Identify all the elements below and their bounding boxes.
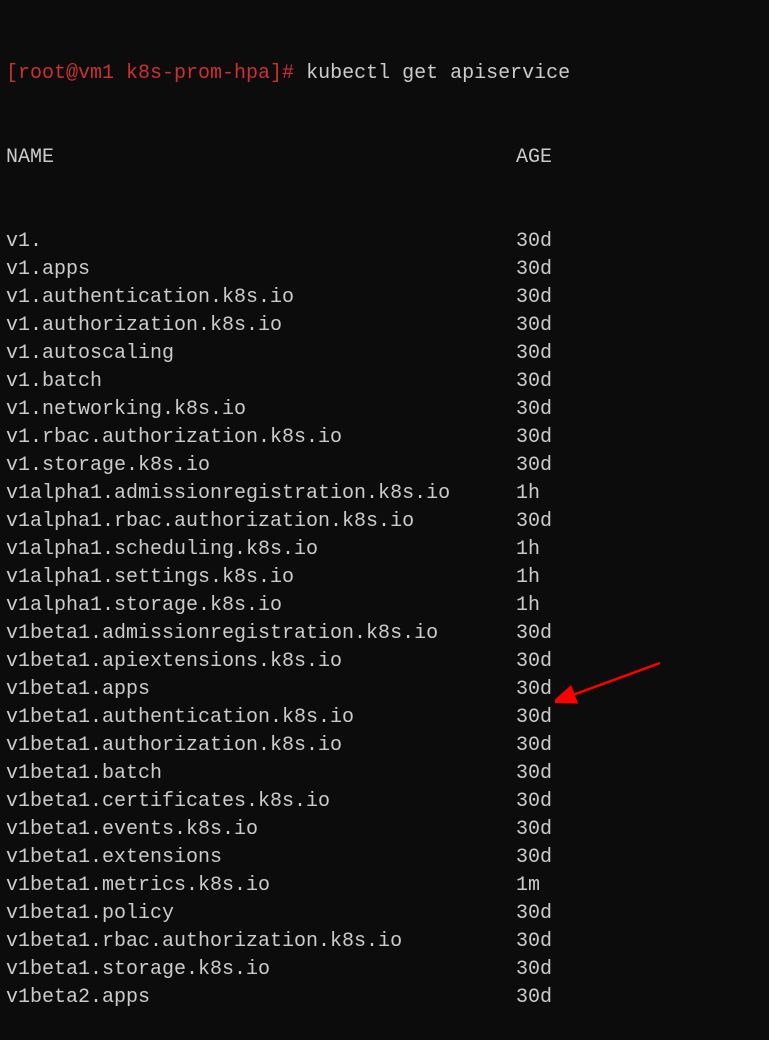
apiservice-age: 1h: [516, 564, 540, 592]
apiservice-age: 30d: [516, 816, 552, 844]
apiservice-name: v1beta1.policy: [6, 900, 516, 928]
apiservice-name: v1beta1.certificates.k8s.io: [6, 788, 516, 816]
command-prompt-line: [root@vm1 k8s-prom-hpa]# kubectl get api…: [6, 60, 763, 88]
apiservice-name: v1.autoscaling: [6, 340, 516, 368]
apiservice-age: 30d: [516, 732, 552, 760]
apiservice-age: 30d: [516, 704, 552, 732]
apiservice-name: v1alpha1.admissionregistration.k8s.io: [6, 480, 516, 508]
apiservice-age: 30d: [516, 676, 552, 704]
apiservice-age: 30d: [516, 396, 552, 424]
apiservice-age: 30d: [516, 284, 552, 312]
table-row: v1.batch30d: [6, 368, 763, 396]
apiservice-name: v1alpha1.settings.k8s.io: [6, 564, 516, 592]
apiservice-name: v1beta1.admissionregistration.k8s.io: [6, 620, 516, 648]
header-name: NAME: [6, 144, 516, 172]
apiservice-age: 30d: [516, 900, 552, 928]
apiservice-name: v1beta1.authentication.k8s.io: [6, 704, 516, 732]
table-row: v1beta1.storage.k8s.io30d: [6, 956, 763, 984]
table-row: v1.rbac.authorization.k8s.io30d: [6, 424, 763, 452]
table-row: v1alpha1.rbac.authorization.k8s.io30d: [6, 508, 763, 536]
apiservice-name: v1alpha1.scheduling.k8s.io: [6, 536, 516, 564]
apiservice-age: 30d: [516, 760, 552, 788]
apiservice-name: v1beta1.extensions: [6, 844, 516, 872]
table-row: v1.apps30d: [6, 256, 763, 284]
table-body: v1.30dv1.apps30dv1.authentication.k8s.io…: [6, 228, 763, 1012]
header-age: AGE: [516, 144, 552, 172]
apiservice-name: v1alpha1.storage.k8s.io: [6, 592, 516, 620]
apiservice-age: 1m: [516, 872, 540, 900]
apiservice-name: v1beta1.authorization.k8s.io: [6, 732, 516, 760]
table-row: v1.authorization.k8s.io30d: [6, 312, 763, 340]
table-row: v1beta1.apiextensions.k8s.io30d: [6, 648, 763, 676]
apiservice-name: v1.authorization.k8s.io: [6, 312, 516, 340]
table-row: v1beta1.certificates.k8s.io30d: [6, 788, 763, 816]
table-row: v1.storage.k8s.io30d: [6, 452, 763, 480]
table-row: v1beta1.batch30d: [6, 760, 763, 788]
apiservice-age: 1h: [516, 480, 540, 508]
table-header-row: NAMEAGE: [6, 144, 763, 172]
table-row: v1alpha1.admissionregistration.k8s.io1h: [6, 480, 763, 508]
table-row: v1.networking.k8s.io30d: [6, 396, 763, 424]
prompt-user-host: [root@vm1 k8s-prom-hpa]: [6, 60, 282, 88]
command-text: kubectl get apiservice: [294, 60, 570, 88]
apiservice-name: v1beta1.rbac.authorization.k8s.io: [6, 928, 516, 956]
apiservice-name: v1beta2.apps: [6, 984, 516, 1012]
apiservice-name: v1beta1.apps: [6, 676, 516, 704]
apiservice-age: 30d: [516, 620, 552, 648]
table-row: v1beta1.authentication.k8s.io30d: [6, 704, 763, 732]
apiservice-name: v1.batch: [6, 368, 516, 396]
table-row: v1alpha1.settings.k8s.io1h: [6, 564, 763, 592]
apiservice-age: 30d: [516, 648, 552, 676]
apiservice-age: 30d: [516, 928, 552, 956]
table-row: v1beta1.apps30d: [6, 676, 763, 704]
table-row: v1beta1.authorization.k8s.io30d: [6, 732, 763, 760]
table-row: v1beta1.extensions30d: [6, 844, 763, 872]
apiservice-name: v1.authentication.k8s.io: [6, 284, 516, 312]
apiservice-name: v1beta1.batch: [6, 760, 516, 788]
apiservice-age: 30d: [516, 228, 552, 256]
apiservice-name: v1beta1.storage.k8s.io: [6, 956, 516, 984]
table-row: v1beta1.policy30d: [6, 900, 763, 928]
table-row: v1beta1.admissionregistration.k8s.io30d: [6, 620, 763, 648]
apiservice-age: 30d: [516, 984, 552, 1012]
apiservice-name: v1.networking.k8s.io: [6, 396, 516, 424]
prompt-hash: #: [282, 60, 294, 88]
apiservice-age: 30d: [516, 368, 552, 396]
apiservice-age: 30d: [516, 956, 552, 984]
apiservice-age: 30d: [516, 844, 552, 872]
apiservice-age: 1h: [516, 592, 540, 620]
apiservice-age: 30d: [516, 788, 552, 816]
apiservice-name: v1.storage.k8s.io: [6, 452, 516, 480]
apiservice-age: 30d: [516, 340, 552, 368]
apiservice-age: 30d: [516, 452, 552, 480]
table-row: v1beta2.apps30d: [6, 984, 763, 1012]
table-row: v1alpha1.storage.k8s.io1h: [6, 592, 763, 620]
terminal-output[interactable]: [root@vm1 k8s-prom-hpa]# kubectl get api…: [6, 4, 763, 1040]
apiservice-age: 30d: [516, 424, 552, 452]
apiservice-age: 30d: [516, 312, 552, 340]
table-row: v1beta1.events.k8s.io30d: [6, 816, 763, 844]
apiservice-name: v1beta1.events.k8s.io: [6, 816, 516, 844]
table-row: v1beta1.metrics.k8s.io1m: [6, 872, 763, 900]
apiservice-name: v1beta1.apiextensions.k8s.io: [6, 648, 516, 676]
table-row: v1.autoscaling30d: [6, 340, 763, 368]
table-row: v1.authentication.k8s.io30d: [6, 284, 763, 312]
apiservice-name: v1alpha1.rbac.authorization.k8s.io: [6, 508, 516, 536]
apiservice-age: 1h: [516, 536, 540, 564]
table-row: v1beta1.rbac.authorization.k8s.io30d: [6, 928, 763, 956]
apiservice-name: v1.rbac.authorization.k8s.io: [6, 424, 516, 452]
apiservice-name: v1beta1.metrics.k8s.io: [6, 872, 516, 900]
apiservice-name: v1.: [6, 228, 516, 256]
table-row: v1alpha1.scheduling.k8s.io1h: [6, 536, 763, 564]
table-row: v1.30d: [6, 228, 763, 256]
apiservice-age: 30d: [516, 508, 552, 536]
apiservice-age: 30d: [516, 256, 552, 284]
apiservice-name: v1.apps: [6, 256, 516, 284]
